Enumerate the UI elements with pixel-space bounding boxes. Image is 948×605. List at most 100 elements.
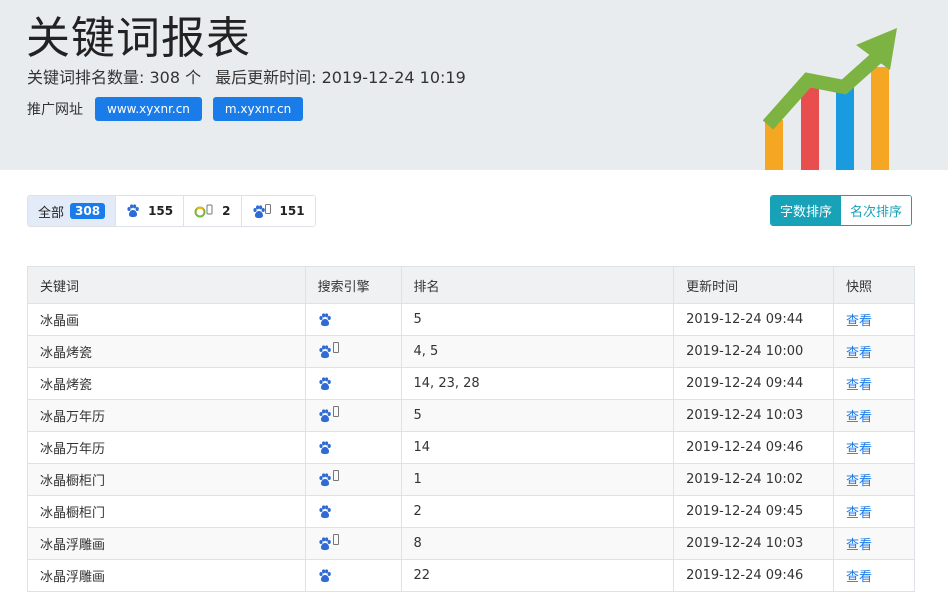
baidu-mobile-icon xyxy=(252,203,271,218)
promo-link-mobile[interactable]: m.xyxnr.cn xyxy=(212,97,304,121)
col-snapshot[interactable]: 快照 xyxy=(833,266,915,304)
sort-by-chars-button[interactable]: 字数排序 xyxy=(771,196,842,225)
view-snapshot-link[interactable]: 查看 xyxy=(833,335,915,368)
promo-label: 推广网址 xyxy=(27,102,83,118)
page-title: 关键词报表 xyxy=(26,13,251,64)
engine-cell xyxy=(304,367,402,400)
baidu-paw-icon xyxy=(318,440,331,454)
col-engine[interactable]: 搜索引擎 xyxy=(304,266,402,304)
mobile-icon xyxy=(332,342,339,353)
view-snapshot-link[interactable]: 查看 xyxy=(833,495,915,528)
baidu-paw-icon xyxy=(318,312,331,326)
sort-toggle: 字数排序 名次排序 xyxy=(770,195,913,226)
baidu-paw-icon xyxy=(318,408,331,422)
table-row: 冰晶橱柜门 2 2019-12-24 09:45 查看 xyxy=(27,495,915,528)
view-snapshot-link[interactable]: 查看 xyxy=(833,527,915,560)
rank-cell: 1 xyxy=(400,463,675,496)
rank-cell: 14, 23, 28 xyxy=(400,367,675,400)
rank-cell: 22 xyxy=(400,559,675,592)
keyword-cell: 冰晶万年历 xyxy=(27,431,306,464)
filter-360-mobile[interactable]: 2 xyxy=(184,196,242,226)
engine-cell xyxy=(304,559,402,592)
baidu-paw-icon xyxy=(318,504,331,518)
col-updated[interactable]: 更新时间 xyxy=(673,266,835,304)
filter-all[interactable]: 全部 308 xyxy=(28,196,117,226)
promo-urls: 推广网址 www.xyxnr.cn m.xyxnr.cn xyxy=(27,97,304,121)
table-row: 冰晶烤瓷 14, 23, 28 2019-12-24 09:44 查看 xyxy=(27,367,915,400)
keyword-table: 关键词 搜索引擎 排名 更新时间 快照 冰晶画 5 2019-12-24 09:44… xyxy=(27,266,915,592)
table-row: 冰晶浮雕画 22 2019-12-24 09:46 查看 xyxy=(27,559,915,592)
rank-cell: 8 xyxy=(400,527,675,560)
col-keyword[interactable]: 关键词 xyxy=(27,266,306,304)
updated-cell: 2019-12-24 09:46 xyxy=(673,431,835,464)
view-snapshot-link[interactable]: 查看 xyxy=(833,463,915,496)
engine-cell xyxy=(304,463,402,496)
rank-cell: 2 xyxy=(400,495,675,528)
promo-link-www[interactable]: www.xyxnr.cn xyxy=(95,97,202,121)
filter-baidu-pc[interactable]: 155 xyxy=(116,196,185,226)
baidu-paw-icon xyxy=(318,568,331,582)
table-header-row: 关键词 搜索引擎 排名 更新时间 快照 xyxy=(27,266,915,304)
keyword-cell: 冰晶烤瓷 xyxy=(27,335,306,368)
keyword-cell: 冰晶烤瓷 xyxy=(27,367,306,400)
filter-baidu-pc-count: 155 xyxy=(148,204,174,218)
report-header: 关键词报表 关键词排名数量: 308 个最后更新时间: 2019-12-24 1… xyxy=(0,0,948,170)
360-mobile-icon xyxy=(194,204,213,218)
filter-all-count: 308 xyxy=(70,203,106,219)
view-snapshot-link[interactable]: 查看 xyxy=(833,559,915,592)
keyword-cell: 冰晶浮雕画 xyxy=(27,559,306,592)
growth-chart-logo-icon xyxy=(762,28,897,170)
engine-cell xyxy=(304,335,402,368)
mobile-icon xyxy=(332,470,339,481)
updated-cell: 2019-12-24 09:45 xyxy=(673,495,835,528)
view-snapshot-link[interactable]: 查看 xyxy=(833,399,915,432)
baidu-paw-icon xyxy=(127,204,139,218)
keyword-cell: 冰晶橱柜门 xyxy=(27,463,306,496)
mobile-icon xyxy=(332,534,339,545)
keyword-count: 关键词排名数量: 308 个 xyxy=(27,68,202,87)
engine-cell xyxy=(304,399,402,432)
sort-by-rank-button[interactable]: 名次排序 xyxy=(841,196,912,225)
report-meta: 关键词排名数量: 308 个最后更新时间: 2019-12-24 10:19 xyxy=(27,64,466,88)
updated-cell: 2019-12-24 09:44 xyxy=(673,303,835,336)
table-row: 冰晶万年历 14 2019-12-24 09:46 查看 xyxy=(27,431,915,464)
engine-filter-group: 全部 308 155 2 151 xyxy=(27,195,316,227)
engine-cell xyxy=(304,527,402,560)
filter-baidu-mobile-count: 151 xyxy=(279,204,305,218)
updated-cell: 2019-12-24 10:03 xyxy=(673,399,835,432)
table-body: 冰晶画 5 2019-12-24 09:44 查看 冰晶烤瓷 4, 5 2019-12-24… xyxy=(27,303,915,592)
last-updated: 最后更新时间: 2019-12-24 10:19 xyxy=(215,68,466,87)
engine-cell xyxy=(304,495,402,528)
updated-cell: 2019-12-24 09:44 xyxy=(673,367,835,400)
view-snapshot-link[interactable]: 查看 xyxy=(833,303,915,336)
filter-360-mobile-count: 2 xyxy=(222,204,231,218)
keyword-cell: 冰晶画 xyxy=(27,303,306,336)
table-row: 冰晶画 5 2019-12-24 09:44 查看 xyxy=(27,303,915,336)
engine-cell xyxy=(304,303,402,336)
rank-cell: 5 xyxy=(400,399,675,432)
baidu-paw-icon xyxy=(318,376,331,390)
baidu-paw-icon xyxy=(318,472,331,486)
rank-cell: 14 xyxy=(400,431,675,464)
updated-cell: 2019-12-24 10:03 xyxy=(673,527,835,560)
baidu-paw-icon xyxy=(318,344,331,358)
rank-cell: 5 xyxy=(400,303,675,336)
keyword-cell: 冰晶橱柜门 xyxy=(27,495,306,528)
updated-cell: 2019-12-24 09:46 xyxy=(673,559,835,592)
table-row: 冰晶万年历 5 2019-12-24 10:03 查看 xyxy=(27,399,915,432)
updated-cell: 2019-12-24 10:00 xyxy=(673,335,835,368)
engine-cell xyxy=(304,431,402,464)
baidu-paw-icon xyxy=(318,536,331,550)
table-row: 冰晶橱柜门 1 2019-12-24 10:02 查看 xyxy=(27,463,915,496)
mobile-icon xyxy=(332,406,339,417)
keyword-cell: 冰晶浮雕画 xyxy=(27,527,306,560)
filter-baidu-mobile[interactable]: 151 xyxy=(241,196,315,226)
table-row: 冰晶浮雕画 8 2019-12-24 10:03 查看 xyxy=(27,527,915,560)
table-row: 冰晶烤瓷 4, 5 2019-12-24 10:00 查看 xyxy=(27,335,915,368)
view-snapshot-link[interactable]: 查看 xyxy=(833,431,915,464)
keyword-cell: 冰晶万年历 xyxy=(27,399,306,432)
updated-cell: 2019-12-24 10:02 xyxy=(673,463,835,496)
view-snapshot-link[interactable]: 查看 xyxy=(833,367,915,400)
col-rank[interactable]: 排名 xyxy=(400,266,675,304)
filter-all-label: 全部 xyxy=(38,205,65,221)
